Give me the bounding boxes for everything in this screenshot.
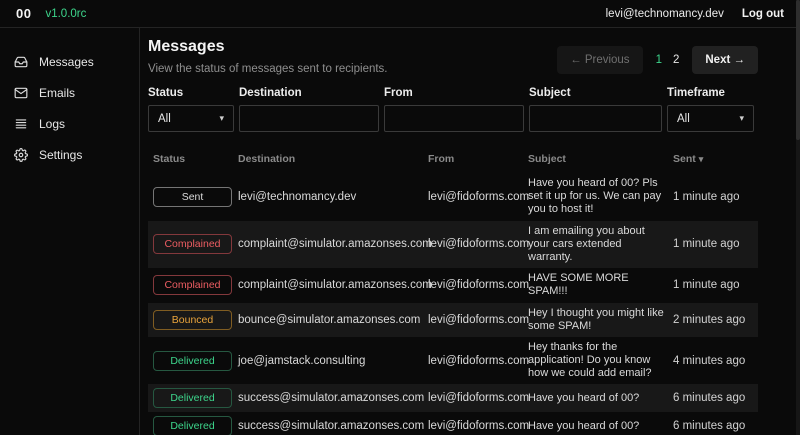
status-badge: Delivered (153, 416, 232, 435)
column-header-subject[interactable]: Subject (528, 153, 673, 165)
destination-cell: complaint@simulator.amazonses.com (238, 279, 428, 291)
sent-cell: 6 minutes ago (673, 392, 758, 404)
from-cell: levi@fidoforms.com (428, 355, 528, 367)
sidebar-item-settings[interactable]: Settings (0, 143, 139, 167)
subject-cell: HAVE SOME MORE SPAM!!! (528, 272, 673, 298)
subject-cell: Have you heard of 00? (528, 392, 673, 405)
sidebar-item-emails[interactable]: Emails (0, 81, 139, 105)
sidebar-item-label: Logs (39, 117, 65, 131)
destination-cell: bounce@simulator.amazonses.com (238, 314, 428, 326)
topbar-right: levi@technomancy.dev Log out (606, 8, 784, 20)
timeframe-filter-value: All (677, 113, 690, 125)
table-body: Sent levi@technomancy.dev levi@fidoforms… (148, 173, 758, 435)
table-row[interactable]: Complained complaint@simulator.amazonses… (148, 221, 758, 269)
next-page-button[interactable]: Next → (692, 46, 758, 74)
scrollbar[interactable] (796, 0, 800, 435)
subject-cell: Have you heard of 00? (528, 420, 673, 433)
sidebar-item-label: Emails (39, 86, 75, 100)
sidebar-item-messages[interactable]: Messages (0, 50, 139, 74)
from-cell: levi@fidoforms.com (428, 392, 528, 404)
sort-desc-icon: ▾ (699, 154, 704, 164)
destination-cell: levi@technomancy.dev (238, 191, 428, 203)
sent-cell: 2 minutes ago (673, 314, 758, 326)
timeframe-filter-select[interactable]: All ▾ (667, 105, 754, 132)
sidebar: Messages Emails Logs Settings (0, 28, 140, 435)
pagination: ← Previous 1 2 Next → (557, 46, 758, 74)
destination-cell: success@simulator.amazonses.com (238, 420, 428, 432)
previous-page-button[interactable]: ← Previous (557, 46, 642, 74)
status-badge: Complained (153, 234, 232, 254)
from-cell: levi@fidoforms.com (428, 420, 528, 432)
version-label: v1.0.0rc (45, 8, 86, 20)
column-header-status[interactable]: Status (148, 153, 238, 165)
envelope-icon (14, 86, 28, 100)
chevron-down-icon: ▾ (739, 113, 744, 124)
sent-cell: 6 minutes ago (673, 420, 758, 432)
table-row[interactable]: Sent levi@technomancy.dev levi@fidoforms… (148, 173, 758, 221)
from-cell: levi@fidoforms.com (428, 238, 528, 250)
subject-cell: I am emailing you about your cars extend… (528, 225, 673, 265)
timeframe-filter-label: Timeframe (667, 87, 754, 99)
column-header-sent[interactable]: Sent▾ (673, 153, 758, 165)
top-bar: 00 v1.0.0rc levi@technomancy.dev Log out (0, 0, 800, 28)
subject-cell: Hey thanks for the application! Do you k… (528, 341, 673, 381)
column-header-destination[interactable]: Destination (238, 153, 428, 165)
destination-cell: joe@jamstack.consulting (238, 355, 428, 367)
table-row[interactable]: Delivered success@simulator.amazonses.co… (148, 384, 758, 412)
sidebar-item-logs[interactable]: Logs (0, 112, 139, 136)
destination-filter-input[interactable] (239, 105, 379, 132)
sent-cell: 1 minute ago (673, 279, 758, 291)
sent-cell: 1 minute ago (673, 191, 758, 203)
subject-filter-input[interactable] (529, 105, 662, 132)
status-filter-value: All (158, 113, 171, 125)
status-badge: Complained (153, 275, 232, 295)
page-number-2[interactable]: 2 (673, 54, 679, 66)
from-filter-input[interactable] (384, 105, 524, 132)
column-header-sent-label: Sent (673, 153, 696, 165)
sidebar-item-label: Settings (39, 148, 82, 162)
from-filter-label: From (384, 87, 524, 99)
sidebar-item-label: Messages (39, 55, 94, 69)
scrollbar-thumb[interactable] (796, 0, 800, 140)
page-title: Messages (148, 38, 388, 56)
status-badge: Sent (153, 187, 232, 207)
from-cell: levi@fidoforms.com (428, 191, 528, 203)
main-content: Messages View the status of messages sen… (140, 28, 800, 435)
destination-cell: complaint@simulator.amazonses.com (238, 238, 428, 250)
logs-icon (14, 117, 28, 131)
app-logo[interactable]: 00 (16, 6, 31, 21)
page-number-1[interactable]: 1 (656, 54, 662, 66)
table-row[interactable]: Complained complaint@simulator.amazonses… (148, 268, 758, 302)
subject-cell: Have you heard of 00? Pls set it up for … (528, 177, 673, 217)
from-cell: levi@fidoforms.com (428, 279, 528, 291)
status-filter-select[interactable]: All ▾ (148, 105, 234, 132)
status-badge: Delivered (153, 351, 232, 371)
table-row[interactable]: Delivered success@simulator.amazonses.co… (148, 412, 758, 435)
destination-cell: success@simulator.amazonses.com (238, 392, 428, 404)
status-badge: Bounced (153, 310, 232, 330)
logout-button[interactable]: Log out (742, 8, 784, 20)
inbox-icon (14, 55, 28, 69)
app-window: 00 v1.0.0rc levi@technomancy.dev Log out… (0, 0, 800, 435)
chevron-down-icon: ▾ (219, 113, 224, 124)
table-row[interactable]: Delivered joe@jamstack.consulting levi@f… (148, 337, 758, 385)
status-badge: Delivered (153, 388, 232, 408)
gear-icon (14, 148, 28, 162)
destination-filter-label: Destination (239, 87, 379, 99)
sent-cell: 1 minute ago (673, 238, 758, 250)
subject-filter-label: Subject (529, 87, 662, 99)
table-header: Status Destination From Subject Sent▾ (148, 147, 758, 173)
status-filter-label: Status (148, 87, 234, 99)
from-cell: levi@fidoforms.com (428, 314, 528, 326)
filters-bar: Status All ▾ Destination From Subject (148, 87, 758, 132)
subject-cell: Hey I thought you might like some SPAM! (528, 307, 673, 333)
column-header-from[interactable]: From (428, 153, 528, 165)
sent-cell: 4 minutes ago (673, 355, 758, 367)
user-email: levi@technomancy.dev (606, 8, 724, 20)
page-subtitle: View the status of messages sent to reci… (148, 63, 388, 75)
table-row[interactable]: Bounced bounce@simulator.amazonses.com l… (148, 303, 758, 337)
